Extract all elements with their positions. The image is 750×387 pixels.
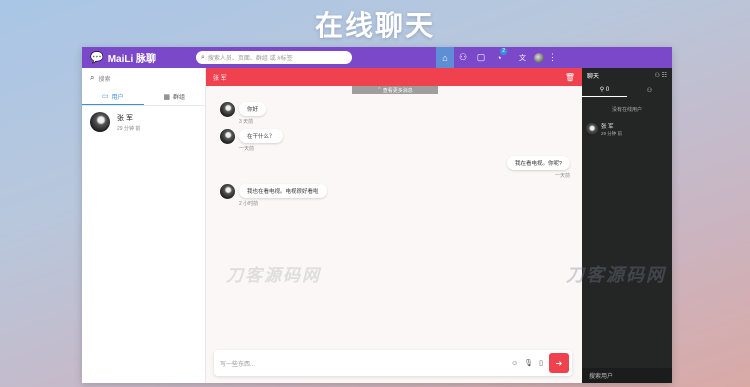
- chat-peer-name: 张 军: [213, 75, 227, 82]
- notification-badge: 2: [500, 48, 507, 55]
- grid-icon: ▦: [163, 93, 171, 101]
- online-panel-title: 聊天: [587, 74, 600, 80]
- contact-time: 29 分钟 前: [117, 125, 141, 132]
- add-user-icon[interactable]: ⚇: [655, 73, 660, 79]
- load-more-button[interactable]: ⌃ 查看更多消息: [352, 86, 438, 94]
- chat-app-window: 💬 MaiLi 脉聊 ⌕ 搜索人员、页面、群组 或 #标签 ⌂ ⚇ ▢ ◔ 2 …: [82, 47, 672, 383]
- chat-bubble-icon: ▭: [101, 93, 109, 100]
- message-row: 我也在看电视。电视很好看啦 2 小时前: [220, 184, 327, 207]
- home-button[interactable]: ⌂: [436, 47, 454, 68]
- tab-groups[interactable]: ▦ 群组: [144, 88, 206, 105]
- online-count: 0: [605, 86, 610, 93]
- global-search-input[interactable]: ⌕ 搜索人员、页面、群组 或 #标签: [196, 51, 352, 64]
- message-bubble: 我也在看电视。电视很好看啦: [239, 184, 327, 198]
- message-bubble: 我在看电视。你呢?: [506, 156, 570, 170]
- avatar: [90, 112, 110, 132]
- contact-name: 张 军: [117, 114, 133, 122]
- message-row: 在干什么？ 一天前: [220, 129, 283, 152]
- microphone-icon[interactable]: 🎙: [524, 359, 533, 367]
- message-bubble: 你好: [239, 102, 267, 116]
- global-search-placeholder: 搜索人员、页面、群组 或 #标签: [207, 56, 293, 62]
- search-icon: ⌕: [90, 73, 95, 82]
- list-item[interactable]: 张 军 29 分钟 前: [82, 106, 205, 132]
- emoji-icon[interactable]: ☺: [511, 360, 518, 367]
- message-row: 你好 3 天前: [220, 102, 267, 125]
- no-online-users-text: 没有在线用户: [611, 107, 642, 113]
- more-menu-icon[interactable]: ⋮: [548, 52, 557, 63]
- home-icon: ⌂: [442, 52, 448, 63]
- trash-icon[interactable]: 🗑: [565, 73, 575, 82]
- chat-area: 张 军 🗑 ⌃ 查看更多消息 你好 3 天前 在干什么？ 一天前 我在看电视。你…: [206, 68, 582, 383]
- page-banner-title: 在线聊天: [314, 10, 435, 41]
- chat-icon: ▢: [476, 52, 486, 62]
- tab-online-groups[interactable]: ⚇: [627, 83, 672, 97]
- panel-actions: ⚇ ☷: [655, 72, 667, 79]
- attachment-icon[interactable]: ▯: [539, 359, 543, 367]
- message-time: 一天前: [239, 146, 255, 152]
- brand[interactable]: 💬 MaiLi 脉聊: [90, 50, 194, 65]
- avatar: [220, 129, 235, 144]
- watermark: 刀客源码网: [226, 266, 321, 285]
- top-navbar: 💬 MaiLi 脉聊 ⌕ 搜索人员、页面、群组 或 #标签 ⌂ ⚇ ▢ ◔ 2 …: [82, 47, 672, 68]
- tab-groups-label: 群组: [173, 95, 186, 101]
- message-bubble: 在干什么？: [239, 129, 283, 143]
- message-time: 一天前: [554, 173, 570, 179]
- watermark: 刀客源码网: [566, 265, 666, 285]
- chat-header: 张 军 🗑: [206, 68, 582, 86]
- conversation-sidebar: ⌕ 搜索 ▭ 用户 ▦ 群组 张 军 29 分钟 前: [82, 68, 206, 383]
- add-friend-button[interactable]: ⚇: [454, 47, 472, 68]
- arrow-right-icon: ➔: [555, 358, 563, 368]
- avatar: [220, 184, 235, 199]
- online-panel-tabs: ⚲ 0 ⚇: [582, 83, 672, 97]
- tab-users-label: 用户: [111, 94, 124, 101]
- tab-users[interactable]: ▭ 用户: [82, 88, 144, 105]
- avatar[interactable]: [534, 52, 544, 63]
- list-item[interactable]: 张 军 29 分钟 前: [582, 113, 672, 137]
- language-switch[interactable]: 文: [519, 53, 526, 63]
- sidebar-search[interactable]: ⌕ 搜索: [82, 68, 205, 88]
- messages-button[interactable]: ▢: [472, 47, 490, 68]
- sidebar-search-label: 搜索: [98, 76, 111, 83]
- tab-online-users[interactable]: ⚲ 0: [582, 83, 627, 97]
- search-users-input[interactable]: 搜索用户: [582, 368, 672, 383]
- message-row: 我在看电视。你呢? 一天前: [506, 156, 570, 179]
- search-icon: ⌕: [201, 53, 205, 61]
- users-icon: ⚇: [646, 87, 653, 94]
- send-button[interactable]: ➔: [549, 353, 569, 373]
- notifications-button[interactable]: ◔ 2: [490, 47, 508, 68]
- add-user-icon: ⚇: [458, 52, 468, 62]
- sidebar-tabs: ▭ 用户 ▦ 群组: [82, 88, 205, 106]
- avatar: [220, 102, 235, 117]
- message-input[interactable]: 写一些东西...: [220, 359, 511, 368]
- online-users-panel: 聊天 ⚇ ☷ ⚲ 0 ⚇ 没有在线用户 张 军 29 分钟 前 搜索用户: [582, 68, 672, 383]
- avatar: [585, 123, 598, 136]
- message-time: 3 天前: [239, 119, 254, 125]
- online-panel-header: 聊天 ⚇ ☷: [582, 68, 672, 83]
- message-time: 2 小时前: [239, 201, 259, 207]
- brand-name: MaiLi 脉聊: [107, 54, 157, 65]
- top-right-group: 文 ⋮: [519, 47, 557, 68]
- load-more-label: 查看更多消息: [382, 87, 413, 94]
- settings-icon[interactable]: ☷: [662, 73, 667, 79]
- message-composer: 写一些东西... ☺ 🎙 ▯ ➔: [214, 350, 572, 376]
- user-name: 张 军: [601, 124, 614, 130]
- user-time: 29 分钟 前: [601, 131, 623, 136]
- chat-logo-icon: 💬: [90, 52, 104, 64]
- top-icon-group: ⌂ ⚇ ▢ ◔ 2: [436, 47, 508, 68]
